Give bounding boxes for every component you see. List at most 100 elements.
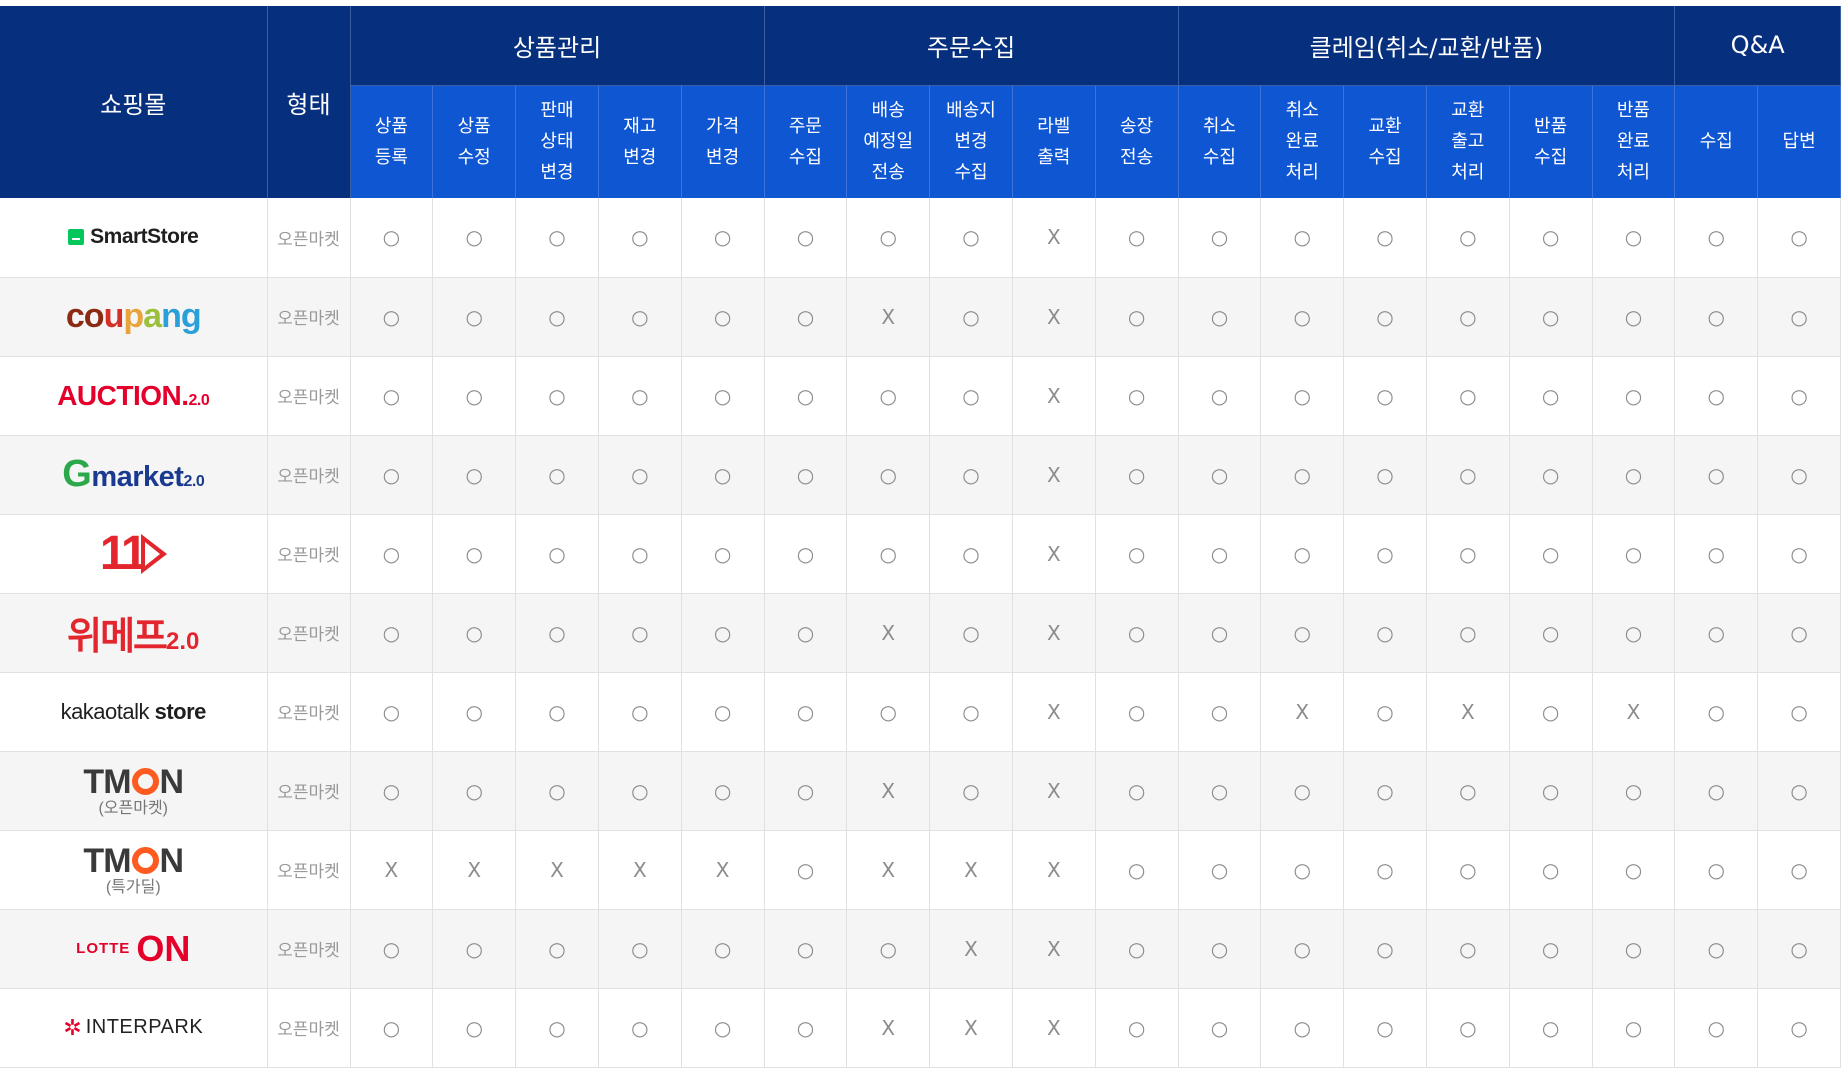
support-cell: ○ [1260, 830, 1345, 910]
support-cell: ○ [432, 672, 517, 752]
support-cell: ○ [1095, 751, 1179, 831]
support-cell: X [1012, 672, 1096, 752]
support-cell: ○ [1178, 593, 1262, 673]
support-cell: ○ [1592, 277, 1676, 357]
support-cell: ○ [598, 435, 682, 515]
support-cell: ○ [1426, 988, 1510, 1068]
support-cell: ○ [1343, 435, 1427, 515]
mall-logo-tmon: TM N (특가딜) [83, 844, 184, 896]
support-cell: ○ [515, 514, 599, 594]
support-cell: ○ [1343, 514, 1427, 594]
header-product-register: 상품 등록 [350, 85, 434, 198]
support-cell: X [1012, 593, 1096, 673]
support-cell: ○ [929, 198, 1013, 278]
support-cell: ○ [1674, 830, 1759, 910]
support-cell: ○ [1260, 909, 1345, 989]
support-cell: ○ [929, 751, 1013, 831]
support-cell: ○ [1674, 277, 1759, 357]
table-row: Gmarket2.0 오픈마켓 ○ ○ ○ ○ ○ ○ ○ ○ X ○ ○ ○ ○ ○ ○ ○ ○ ○ [0, 435, 1841, 515]
support-cell: ○ [1509, 277, 1593, 357]
support-cell: ○ [764, 672, 848, 752]
mall-cell: TM N (오픈마켓) [0, 751, 268, 831]
support-cell: ○ [1260, 593, 1345, 673]
support-cell: ○ [598, 751, 682, 831]
support-cell: ○ [764, 198, 848, 278]
support-cell: ○ [764, 435, 848, 515]
support-cell: ○ [764, 514, 848, 594]
support-cell: ○ [1343, 672, 1427, 752]
table-row: 11 오픈마켓 ○ ○ ○ ○ ○ ○ ○ ○ X ○ ○ ○ ○ ○ ○ ○ ○ ○ [0, 514, 1841, 594]
support-cell: X [432, 830, 517, 910]
support-cell: ○ [1426, 909, 1510, 989]
support-cell: ○ [846, 356, 931, 436]
support-cell: ○ [929, 672, 1013, 752]
support-cell: ○ [1343, 830, 1427, 910]
support-cell: ○ [1426, 277, 1510, 357]
header-return-complete: 반품 완료 처리 [1592, 85, 1676, 198]
table-row: kakaotalk store 오픈마켓 ○ ○ ○ ○ ○ ○ ○ ○ X ○ ○ X ○ X ○ X ○ ○ [0, 672, 1841, 752]
support-cell: ○ [846, 435, 931, 515]
support-cell: ○ [432, 909, 517, 989]
support-cell: ○ [1674, 593, 1759, 673]
support-cell: ○ [681, 593, 765, 673]
support-cell: ○ [350, 593, 434, 673]
support-cell: ○ [681, 514, 765, 594]
logo-text: AUCTION.2.0 [57, 379, 210, 411]
group-qna: Q&A [1674, 6, 1841, 86]
support-cell: ○ [1178, 277, 1262, 357]
logo-version: 2.0 [188, 391, 210, 409]
support-cell: ○ [1674, 909, 1759, 989]
logo-text: SmartStore [90, 225, 199, 249]
support-cell: ○ [598, 277, 682, 357]
support-cell: ○ [1592, 514, 1676, 594]
mall-cell: SmartStore [0, 198, 268, 278]
ring-icon [131, 846, 159, 874]
support-cell: ○ [1592, 830, 1676, 910]
group-order-collection: 주문수집 [764, 6, 1179, 86]
group-header-row: 쇼핑몰 형태 상품관리 주문수집 클레임(취소/교환/반품) Q&A [0, 6, 1841, 198]
support-cell: ○ [432, 988, 517, 1068]
support-cell: ○ [515, 356, 599, 436]
support-cell: ○ [515, 435, 599, 515]
support-cell: ○ [1260, 356, 1345, 436]
logo-subtitle: (오픈마켓) [98, 799, 169, 817]
mall-logo-wemakeprice: 위메프2.0 [67, 605, 199, 660]
support-cell: ○ [1592, 751, 1676, 831]
support-cell: X [1012, 830, 1096, 910]
support-cell: ○ [1178, 988, 1262, 1068]
support-cell: ○ [1095, 988, 1179, 1068]
support-cell: ○ [764, 830, 848, 910]
support-cell: ○ [1509, 198, 1593, 278]
arrow-icon [140, 533, 167, 574]
support-cell: ○ [432, 277, 517, 357]
support-cell: ○ [1592, 356, 1676, 436]
support-cell: ○ [681, 988, 765, 1068]
support-cell: ○ [1509, 593, 1593, 673]
support-cell: ○ [1509, 909, 1593, 989]
support-cell: ○ [350, 356, 434, 436]
support-cell: ○ [515, 198, 599, 278]
header-return-collect: 반품 수집 [1509, 85, 1593, 198]
support-cell: ○ [1674, 751, 1759, 831]
support-cell: ○ [1757, 277, 1841, 357]
support-cell: ○ [1343, 356, 1427, 436]
mall-logo-tmon: TM N (오픈마켓) [83, 765, 184, 817]
header-cancel-collect: 취소 수집 [1178, 85, 1262, 198]
support-cell: X [846, 988, 931, 1068]
support-cell: ○ [350, 277, 434, 357]
header-qna-collect: 수집 [1674, 85, 1759, 198]
support-cell: ○ [1426, 514, 1510, 594]
support-cell: ○ [1178, 198, 1262, 278]
support-cell: ○ [1343, 988, 1427, 1068]
support-cell: ○ [1260, 198, 1345, 278]
support-cell: ○ [681, 672, 765, 752]
support-cell: ○ [515, 593, 599, 673]
support-cell: X [1012, 514, 1096, 594]
mall-type: 오픈마켓 [267, 356, 351, 436]
support-cell: ○ [764, 356, 848, 436]
mall-logo-coupang: coupang [66, 297, 202, 336]
mall-cell: coupang [0, 277, 268, 357]
support-cell: ○ [1343, 909, 1427, 989]
support-cell: ○ [1509, 356, 1593, 436]
support-cell: X [681, 830, 765, 910]
